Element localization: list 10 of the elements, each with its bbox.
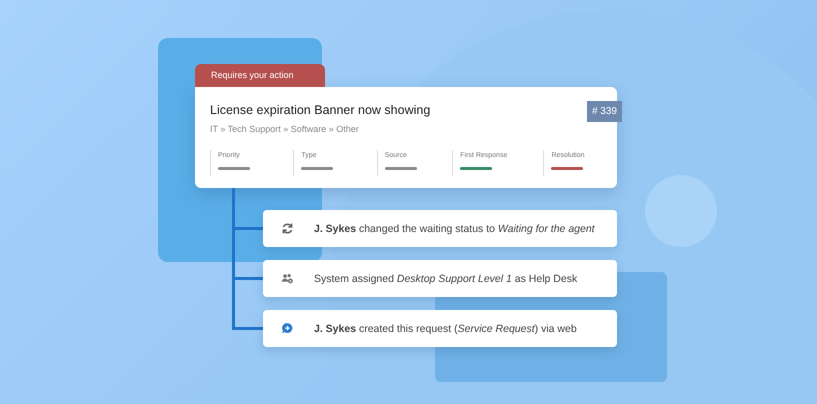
breadcrumb: IT » Tech Support » Software » Other [210,124,360,134]
activity-text: J. Sykes created this request (Service Request) via web [314,322,577,334]
users-icon [281,272,294,285]
add-comment-icon [281,322,294,335]
ticket-number: # 339 [586,101,622,122]
activity-text: J. Sykes changed the waiting status to Waiting for the agent [314,222,595,234]
refresh-icon [281,222,294,235]
activity-text: System assigned Desktop Support Level 1 as Help Desk [314,272,578,284]
action-badge: Requires your action [195,64,325,87]
ticket-title: License expiration Banner now showing [210,103,430,117]
